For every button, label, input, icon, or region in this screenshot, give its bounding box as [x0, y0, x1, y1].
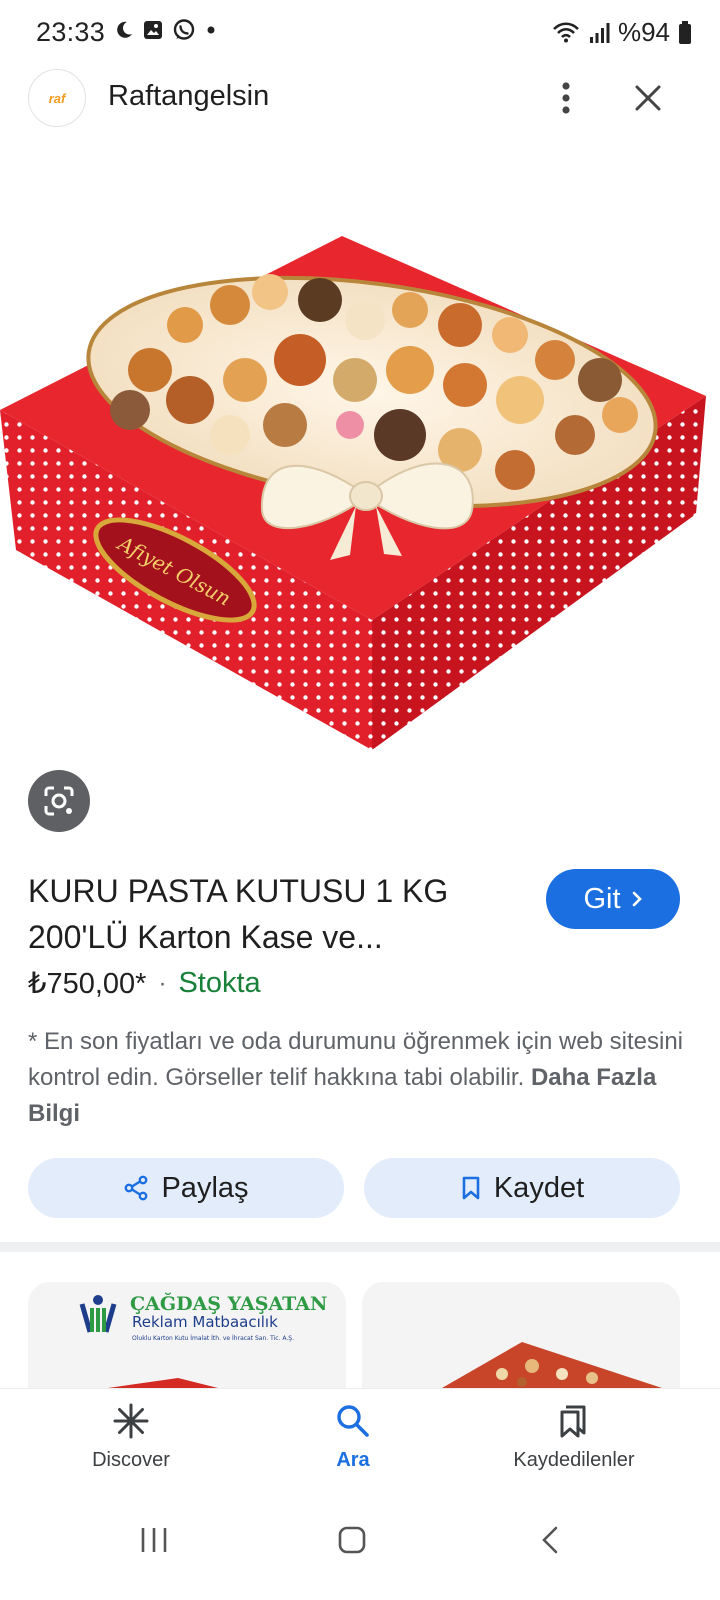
system-navigation-bar: [0, 1492, 720, 1600]
visit-site-label: Git: [583, 882, 621, 915]
signal-icon: [589, 22, 610, 43]
section-divider: [0, 1242, 720, 1252]
bottom-navigation: Discover Ara Kaydedilenler: [0, 1388, 720, 1492]
whatsapp-icon: [173, 19, 195, 40]
visit-site-button[interactable]: Git: [546, 869, 680, 929]
dot-icon: [207, 26, 215, 34]
status-bar: 23:33 %94: [0, 0, 720, 66]
product-title[interactable]: KURU PASTA KUTUSU 1 KG 200'LÜ Karton Kas…: [28, 868, 528, 960]
more-options-button[interactable]: [546, 76, 586, 120]
lens-icon: [44, 786, 74, 816]
site-logo[interactable]: raf: [28, 69, 86, 127]
cake-box-illustration: Afiyet Olsun: [0, 236, 706, 750]
wifi-icon: [553, 21, 579, 42]
status-time: 23:33: [36, 17, 106, 47]
back-button[interactable]: [520, 1510, 580, 1570]
separator-dot: ·: [158, 969, 167, 997]
card-brand-name: ÇAĞDAŞ YAŞATAN: [130, 1292, 327, 1315]
nav-saved[interactable]: Kaydedilenler: [484, 1403, 664, 1472]
share-button[interactable]: Paylaş: [28, 1158, 344, 1218]
saved-collections-icon: [560, 1405, 586, 1438]
price-row: ₺750,00* · Stokta: [28, 966, 261, 1001]
product-price: ₺750,00*: [28, 968, 147, 1000]
share-label: Paylaş: [161, 1171, 249, 1204]
back-icon: [542, 1526, 558, 1554]
nav-saved-label: Kaydedilenler: [513, 1449, 635, 1471]
recent-apps-button[interactable]: [124, 1510, 184, 1570]
card-brand-small: Oluklu Karton Kutu İmalat İth. ve İhraca…: [132, 1335, 294, 1342]
gallery-icon: [144, 21, 162, 39]
card-brand-sub: Reklam Matbaacılık: [132, 1313, 278, 1331]
bookmark-icon: [462, 1176, 480, 1200]
home-button[interactable]: [322, 1510, 382, 1570]
site-name[interactable]: Raftangelsin: [108, 80, 269, 113]
home-icon: [338, 1526, 366, 1554]
battery-percent: %94: [617, 17, 670, 47]
save-button[interactable]: Kaydet: [364, 1158, 680, 1218]
close-icon: [635, 85, 661, 111]
more-vert-icon: [562, 82, 570, 114]
share-icon: [125, 1175, 148, 1201]
chevron-right-icon: [632, 891, 642, 907]
system-status: %94: [552, 17, 692, 48]
notification-icons: [114, 18, 218, 42]
recent-apps-icon: [141, 1528, 167, 1552]
close-button[interactable]: [626, 76, 670, 120]
nav-discover[interactable]: Discover: [41, 1403, 221, 1472]
site-logo-text: raf: [48, 90, 66, 106]
nav-search[interactable]: Ara: [263, 1403, 443, 1472]
moon-icon: [117, 21, 132, 38]
search-icon: [337, 1405, 369, 1437]
nav-search-label: Ara: [336, 1449, 370, 1471]
nav-discover-label: Discover: [92, 1449, 170, 1471]
google-lens-button[interactable]: [28, 770, 90, 832]
stock-status: Stokta: [178, 967, 261, 999]
discover-icon: [113, 1403, 149, 1439]
page-header: raf Raftangelsin: [0, 66, 720, 130]
save-label: Kaydet: [493, 1171, 585, 1204]
product-image[interactable]: Afiyet Olsun: [0, 210, 720, 770]
battery-icon: [679, 20, 691, 44]
price-disclaimer: * En son fiyatları ve oda durumunu öğren…: [28, 1024, 688, 1132]
